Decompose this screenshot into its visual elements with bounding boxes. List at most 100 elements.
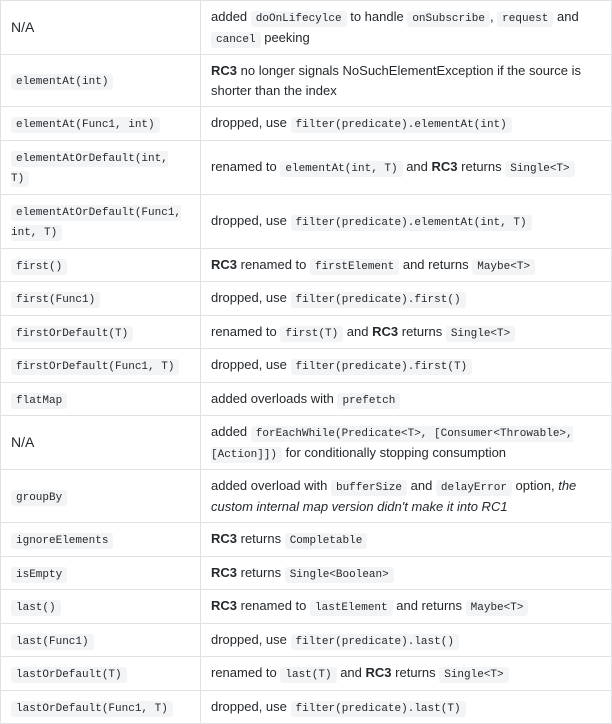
description-cell: added overloads with prefetch <box>201 382 612 416</box>
method-cell: N/A <box>1 1 201 55</box>
inline-code: filter(predicate).last(T) <box>291 701 466 717</box>
inline-code: Single<T> <box>505 161 574 177</box>
text-span: returns <box>237 565 285 580</box>
description-cell: added doOnLifecylce to handle onSubscrib… <box>201 1 612 55</box>
text-span: dropped, use <box>211 290 291 305</box>
table-row: N/A added forEachWhile(Predicate<T>, [Con… <box>1 416 612 470</box>
method-cell: lastOrDefault(Func1, T) <box>1 690 201 724</box>
table-row: first(Func1)dropped, use filter(predicat… <box>1 282 612 316</box>
method-code: lastOrDefault(Func1, T) <box>11 701 173 717</box>
inline-code: firstElement <box>310 259 399 275</box>
inline-code: Completable <box>285 533 368 549</box>
text-span: option, <box>512 478 558 493</box>
text-span: dropped, use <box>211 699 291 714</box>
table-row: isEmptyRC3 returns Single<Boolean> <box>1 556 612 590</box>
table-row: firstOrDefault(T)renamed to first(T) and… <box>1 315 612 349</box>
method-code: first() <box>11 259 67 275</box>
inline-code: prefetch <box>337 393 400 409</box>
text-span: dropped, use <box>211 115 291 130</box>
description-cell: RC3 returns Single<Boolean> <box>201 556 612 590</box>
table-row: lastOrDefault(T) renamed to last(T) and R… <box>1 657 612 691</box>
text-span: and <box>403 159 432 174</box>
text-span: returns <box>237 531 285 546</box>
inline-code: filter(predicate).elementAt(int, T) <box>291 215 532 231</box>
inline-code: filter(predicate).elementAt(int) <box>291 117 512 133</box>
text-span: added overload with <box>211 478 331 493</box>
text-span: and returns <box>399 257 472 272</box>
inline-code: Single<T> <box>446 326 515 342</box>
method-code: firstOrDefault(Func1, T) <box>11 359 179 375</box>
na-label: N/A <box>11 19 34 35</box>
description-cell: RC3 renamed to lastElement and returns M… <box>201 590 612 624</box>
text-span: and returns <box>393 598 466 613</box>
inline-code: bufferSize <box>331 480 407 496</box>
method-code: elementAtOrDefault(Func1, int, T) <box>11 205 181 242</box>
inline-code: delayError <box>436 480 512 496</box>
table-row: elementAt(Func1, int) dropped, use filter… <box>1 107 612 141</box>
description-cell: RC3 no longer signals NoSuchElementExcep… <box>201 55 612 107</box>
text-span: and <box>407 478 436 493</box>
description-cell: dropped, use filter(predicate).elementAt… <box>201 194 612 248</box>
na-label: N/A <box>11 434 34 450</box>
method-code: elementAt(Func1, int) <box>11 117 160 133</box>
method-cell: groupBy <box>1 470 201 523</box>
inline-code: Maybe<T> <box>472 259 535 275</box>
text-span: and <box>343 324 372 339</box>
text-span: renamed to <box>237 257 310 272</box>
method-code: last() <box>11 600 61 616</box>
inline-code: Single<T> <box>439 667 508 683</box>
text-span: no longer signals NoSuchElementException… <box>211 63 581 98</box>
bold-text: RC3 <box>211 531 237 546</box>
inline-code: elementAt(int, T) <box>280 161 402 177</box>
method-code: lastOrDefault(T) <box>11 667 127 683</box>
text-span: dropped, use <box>211 632 291 647</box>
text-span: and <box>337 665 366 680</box>
inline-code: onSubscribe <box>407 11 490 27</box>
method-cell: elementAt(Func1, int) <box>1 107 201 141</box>
description-cell: added forEachWhile(Predicate<T>, [Consum… <box>201 416 612 470</box>
bold-text: RC3 <box>211 63 237 78</box>
text-span: to handle <box>347 9 408 24</box>
description-cell: renamed to last(T) and RC3 returns Singl… <box>201 657 612 691</box>
text-span: returns <box>398 324 446 339</box>
table-row: elementAt(int)RC3 no longer signals NoSu… <box>1 55 612 107</box>
inline-code: request <box>497 11 553 27</box>
method-code: last(Func1) <box>11 634 94 650</box>
method-cell: last() <box>1 590 201 624</box>
inline-code: last(T) <box>280 667 336 683</box>
text-span: renamed to <box>211 324 280 339</box>
method-code: groupBy <box>11 490 67 506</box>
method-code: elementAtOrDefault(int, T) <box>11 151 168 188</box>
table-row: elementAtOrDefault(Func1, int, T) dropped… <box>1 194 612 248</box>
description-cell: dropped, use filter(predicate).elementAt… <box>201 107 612 141</box>
bold-text: RC3 <box>432 159 458 174</box>
method-cell: elementAtOrDefault(Func1, int, T) <box>1 194 201 248</box>
text-span: renamed to <box>211 665 280 680</box>
method-code: ignoreElements <box>11 533 113 549</box>
table-row: firstOrDefault(Func1, T)dropped, use fil… <box>1 349 612 383</box>
description-cell: renamed to elementAt(int, T) and RC3 ret… <box>201 140 612 194</box>
inline-code: doOnLifecylce <box>251 11 347 27</box>
table-row: first() RC3 renamed to firstElement and r… <box>1 248 612 282</box>
method-cell: elementAt(int) <box>1 55 201 107</box>
description-cell: dropped, use filter(predicate).last(T) <box>201 690 612 724</box>
text-span: added <box>211 9 251 24</box>
text-span: added <box>211 424 251 439</box>
method-cell: last(Func1) <box>1 623 201 657</box>
method-cell: firstOrDefault(Func1, T) <box>1 349 201 383</box>
method-code: flatMap <box>11 393 67 409</box>
text-span: for conditionally stopping consumption <box>282 445 506 460</box>
text-span: renamed to <box>211 159 280 174</box>
description-cell: RC3 renamed to firstElement and returns … <box>201 248 612 282</box>
table-row: groupBy added overload with bufferSize an… <box>1 470 612 523</box>
description-cell: dropped, use filter(predicate).first() <box>201 282 612 316</box>
method-cell: first() <box>1 248 201 282</box>
method-cell: N/A <box>1 416 201 470</box>
bold-text: RC3 <box>211 257 237 272</box>
inline-code: first(T) <box>280 326 343 342</box>
inline-code: lastElement <box>310 600 393 616</box>
description-cell: dropped, use filter(predicate).last() <box>201 623 612 657</box>
table-row: elementAtOrDefault(int, T) renamed to ele… <box>1 140 612 194</box>
text-span: and <box>553 9 578 24</box>
bold-text: RC3 <box>372 324 398 339</box>
